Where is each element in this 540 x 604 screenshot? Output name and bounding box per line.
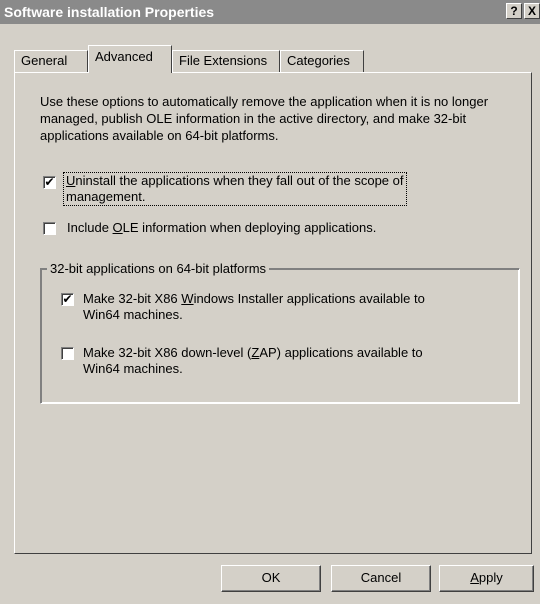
uninstall-label[interactable]: Uninstall the applications when they fal… [63, 172, 407, 206]
platforms-group-legend: 32-bit applications on 64-bit platforms [47, 261, 270, 276]
title-bar[interactable]: Software installation Properties ? X [0, 0, 540, 24]
description-text: Use these options to automatically remov… [40, 94, 489, 143]
tab-general-label: General [21, 53, 68, 68]
check-mark-icon: ✔ [62, 292, 73, 306]
window-title: Software installation Properties [4, 4, 215, 20]
cancel-button[interactable]: Cancel [331, 565, 431, 592]
platforms-groupbox [40, 268, 520, 404]
tab-categories-label: Categories [287, 53, 350, 68]
tab-file-extensions[interactable]: File Extensions [172, 50, 280, 72]
zap-checkbox[interactable] [61, 347, 74, 360]
ole-label[interactable]: Include OLE information when deploying a… [67, 220, 376, 236]
apply-mnemonic: A [470, 570, 479, 585]
tab-advanced-label: Advanced [95, 49, 153, 64]
help-button[interactable]: ? [506, 3, 522, 19]
tab-general[interactable]: General [14, 50, 88, 72]
ok-button[interactable]: OK [221, 565, 321, 592]
uninstall-checkbox[interactable]: ✔ [43, 176, 56, 189]
windows-installer-line2: Win64 machines. [83, 307, 183, 322]
zap-line2: Win64 machines. [83, 361, 183, 376]
close-button[interactable]: X [524, 3, 540, 19]
ole-label-suffix: LE information when deploying applicatio… [122, 220, 377, 235]
windows-installer-checkbox[interactable]: ✔ [61, 293, 74, 306]
apply-button[interactable]: Apply [439, 565, 534, 592]
zap-label[interactable]: Make 32-bit X86 down-level (ZAP) applica… [83, 345, 423, 377]
apply-label-rest: pply [478, 570, 503, 585]
ole-checkbox[interactable] [43, 222, 56, 235]
tab-categories[interactable]: Categories [280, 50, 364, 72]
check-mark-icon: ✔ [44, 175, 55, 189]
windows-installer-prefix: Make 32-bit X86 [83, 291, 182, 306]
windows-installer-suffix: indows Installer applications available … [193, 291, 425, 306]
properties-dialog: Software installation Properties ? X Gen… [0, 0, 540, 604]
tab-advanced[interactable]: Advanced [88, 45, 172, 73]
ole-mnemonic: O [112, 220, 123, 235]
uninstall-mnemonic: U [66, 173, 76, 188]
uninstall-label-line1: ninstall the applications when they fall… [75, 173, 404, 188]
ole-label-prefix: Include [67, 220, 113, 235]
zap-suffix: AP) applications available to [259, 345, 423, 360]
windows-installer-mnemonic: W [181, 291, 194, 306]
uninstall-label-line2: management. [66, 189, 146, 204]
zap-prefix: Make 32-bit X86 down-level ( [83, 345, 252, 360]
windows-installer-label[interactable]: Make 32-bit X86 Windows Installer applic… [83, 291, 425, 323]
tab-file-extensions-label: File Extensions [179, 53, 268, 68]
